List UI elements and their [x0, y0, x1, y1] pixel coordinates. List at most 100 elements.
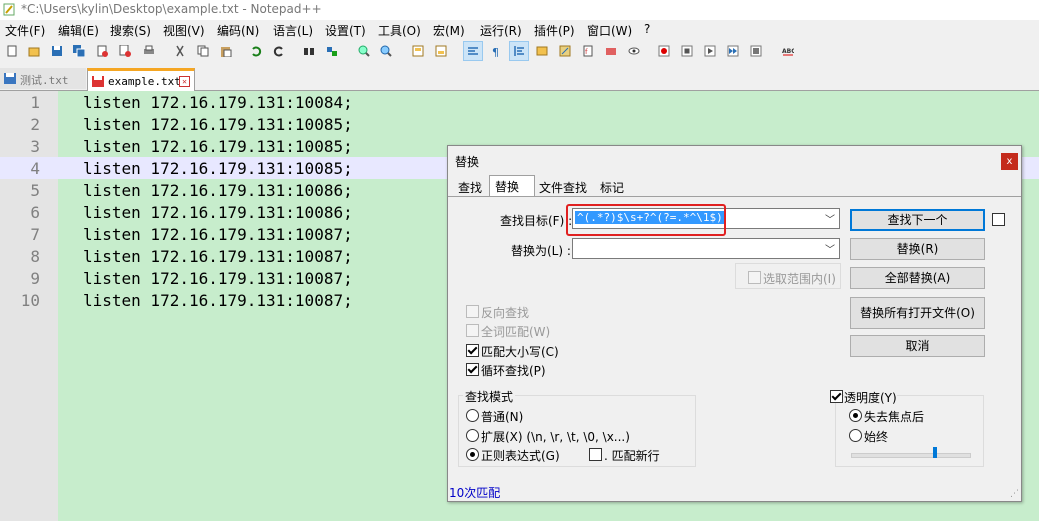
regex-mode-radio[interactable] — [466, 448, 479, 461]
saved-file-icon — [4, 73, 16, 84]
menu-bar: 文件(F) 编辑(E) 搜索(S) 视图(V) 编码(N) 语言(L) 设置(T… — [0, 20, 1039, 40]
save-all-icon[interactable] — [70, 42, 88, 60]
play-macro-icon[interactable] — [701, 42, 719, 60]
sync-v-icon[interactable] — [409, 42, 427, 60]
udl-icon[interactable] — [533, 42, 551, 60]
line-number: 3 — [30, 137, 40, 156]
window-title: *C:\Users\kylin\Desktop\example.txt - No… — [21, 2, 322, 16]
indent-guide-icon[interactable] — [509, 41, 529, 61]
always-radio[interactable] — [849, 429, 862, 442]
replace-dialog: 替换 x 查找 替换 文件查找 标记 查找目标(F) : ^(.*?)$\s+?… — [447, 145, 1022, 502]
tab-close-icon[interactable]: ✕ — [179, 76, 190, 87]
on-lose-focus-radio[interactable] — [849, 409, 862, 422]
all-chars-icon[interactable]: ¶ — [487, 42, 505, 60]
editor-line[interactable]: 2 listen 172.16.179.131:10085; — [0, 113, 1039, 135]
replace-icon[interactable] — [323, 42, 341, 60]
line-number: 8 — [30, 247, 40, 266]
replace-all-open-files-button[interactable]: 替换所有打开文件(O) — [850, 297, 985, 329]
open-file-icon[interactable] — [25, 42, 43, 60]
menu-macro[interactable]: 宏(M) — [433, 22, 465, 39]
on-lose-focus-label: 失去焦点后 — [864, 410, 925, 424]
wrap-around-checkbox[interactable] — [466, 363, 479, 376]
transparency-checkbox[interactable] — [830, 390, 843, 403]
find-next-option-checkbox[interactable] — [992, 213, 1005, 226]
menu-settings[interactable]: 设置(T) — [325, 22, 366, 39]
doc-map-icon[interactable] — [556, 42, 574, 60]
transparency-slider[interactable] — [851, 453, 971, 458]
sync-h-icon[interactable] — [432, 42, 450, 60]
whole-word-label: 全词匹配(W) — [481, 325, 551, 339]
replace-with-label: 替换为(L) : — [511, 244, 571, 258]
copy-icon[interactable] — [194, 42, 212, 60]
tab-label: example.txt — [108, 75, 181, 88]
tab-mark[interactable]: 标记 — [595, 177, 631, 196]
menu-file[interactable]: 文件(F) — [5, 22, 45, 39]
undo-icon[interactable] — [247, 42, 265, 60]
save-icon[interactable] — [48, 42, 66, 60]
line-text: listen 172.16.179.131:10085; — [83, 115, 353, 134]
record-macro-icon[interactable] — [655, 42, 673, 60]
find-icon[interactable] — [300, 42, 318, 60]
line-number: 9 — [30, 269, 40, 288]
menu-view[interactable]: 视图(V) — [163, 22, 205, 39]
transparency-slider-thumb[interactable] — [933, 447, 937, 458]
replace-button[interactable]: 替换(R) — [850, 238, 985, 260]
menu-language[interactable]: 语言(L) — [273, 22, 313, 39]
line-text: listen 172.16.179.131:10087; — [83, 291, 353, 310]
line-text: listen 172.16.179.131:10084; — [83, 93, 353, 112]
tab-find[interactable]: 查找 — [453, 177, 487, 196]
menu-edit[interactable]: 编辑(E) — [58, 22, 99, 39]
normal-mode-radio[interactable] — [466, 409, 479, 422]
zoom-in-icon[interactable] — [355, 42, 373, 60]
folder-as-workspace-icon[interactable] — [602, 42, 620, 60]
new-file-icon[interactable] — [3, 42, 21, 60]
extended-mode-radio[interactable] — [466, 429, 479, 442]
whole-word-checkbox[interactable] — [466, 324, 479, 337]
redo-icon[interactable] — [270, 42, 288, 60]
resize-grip-icon[interactable]: ⋰ — [1010, 489, 1019, 499]
paste-icon[interactable] — [217, 42, 235, 60]
in-selection-checkbox[interactable] — [748, 271, 761, 284]
save-macro-icon[interactable] — [747, 42, 765, 60]
tab-replace[interactable]: 替换 — [489, 175, 535, 198]
chevron-down-icon[interactable]: ﹀ — [825, 211, 835, 226]
menu-run[interactable]: 运行(R) — [480, 22, 522, 39]
dialog-close-button[interactable]: x — [1001, 153, 1018, 170]
line-number: 7 — [30, 225, 40, 244]
find-next-button[interactable]: 查找下一个 — [850, 209, 985, 231]
tab-example-txt[interactable]: example.txt ✕ — [87, 68, 195, 92]
tab-ceshi-txt[interactable]: 测试.txt — [0, 68, 86, 89]
print-icon[interactable] — [140, 42, 158, 60]
menu-tools[interactable]: 工具(O) — [378, 22, 421, 39]
in-selection-label: 选取范围内(I) — [763, 272, 836, 286]
menu-search[interactable]: 搜索(S) — [110, 22, 151, 39]
spellcheck-icon[interactable]: ABC — [779, 42, 797, 60]
match-case-checkbox[interactable] — [466, 344, 479, 357]
dot-matches-newline-checkbox[interactable] — [589, 448, 602, 461]
run-macro-multi-icon[interactable] — [724, 42, 742, 60]
zoom-out-icon[interactable] — [377, 42, 395, 60]
function-list-icon[interactable]: f — [579, 42, 597, 60]
title-bar: *C:\Users\kylin\Desktop\example.txt - No… — [0, 0, 1039, 20]
menu-window[interactable]: 窗口(W) — [587, 22, 632, 39]
cancel-button[interactable]: 取消 — [850, 335, 985, 357]
tab-find-in-files[interactable]: 文件查找 — [534, 177, 594, 196]
menu-plugins[interactable]: 插件(P) — [534, 22, 575, 39]
notepadpp-icon — [3, 3, 15, 16]
menu-encoding[interactable]: 编码(N) — [217, 22, 259, 39]
chevron-down-icon[interactable]: ﹀ — [825, 241, 835, 256]
match-case-label: 匹配大小写(C) — [481, 345, 559, 359]
cut-icon[interactable] — [171, 42, 189, 60]
word-wrap-icon[interactable] — [463, 41, 483, 61]
backward-checkbox[interactable] — [466, 305, 479, 318]
menu-help[interactable]: ? — [644, 22, 650, 36]
replace-with-combobox[interactable]: ﹀ — [572, 238, 840, 259]
monitor-icon[interactable] — [625, 42, 643, 60]
close-icon[interactable] — [93, 42, 111, 60]
replace-all-button[interactable]: 全部替换(A) — [850, 267, 985, 289]
line-text: listen 172.16.179.131:10085; — [83, 159, 353, 178]
close-all-icon[interactable] — [116, 42, 134, 60]
editor-line[interactable]: 1 listen 172.16.179.131:10084; — [0, 91, 1039, 113]
stop-record-icon[interactable] — [678, 42, 696, 60]
line-number: 6 — [30, 203, 40, 222]
